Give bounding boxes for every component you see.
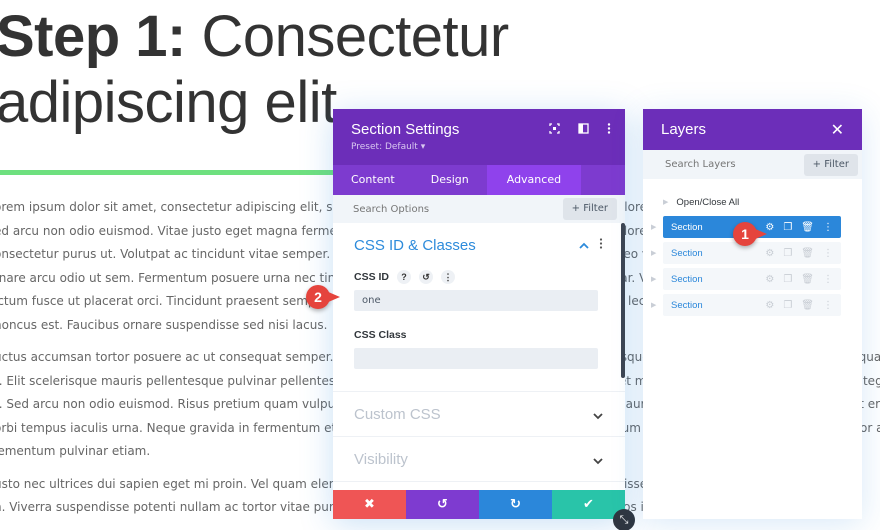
layer-item[interactable]: Section ⚙ ❐ 🗑 ⋮ xyxy=(663,294,841,316)
trash-icon[interactable]: 🗑 xyxy=(801,274,814,285)
css-id-classes-group: CSS ID & Classes CSS ID ? ↺ ⋮ one CSS Cl… xyxy=(333,223,625,392)
more-icon[interactable]: ⋮ xyxy=(441,270,456,284)
css-class-label: CSS Class xyxy=(354,329,407,341)
layers-list: ▶ Open/Close All ▶ Section ⚙ ❐ 🗑 ⋮ ▶ Sec… xyxy=(643,179,862,316)
css-id-field: CSS ID ? ↺ ⋮ xyxy=(333,267,625,311)
caret-right-icon[interactable]: ▶ xyxy=(651,223,663,231)
chevron-up-icon[interactable] xyxy=(579,238,589,252)
trash-icon[interactable]: 🗑 xyxy=(801,248,814,259)
layer-name: Section xyxy=(671,247,703,259)
callout-badge-2: 2 xyxy=(306,285,340,309)
discard-button[interactable]: ✖ xyxy=(333,490,406,519)
split-view-icon[interactable] xyxy=(578,123,589,137)
page: Step 1: Consectetur adipiscing elit orem… xyxy=(0,0,880,530)
layer-row: ▶ Section ⚙ ❐ 🗑 ⋮ xyxy=(651,294,862,316)
headline-rest: Consectetur xyxy=(201,4,510,69)
callout-badge-1: 1 xyxy=(733,222,767,246)
layer-name: Section xyxy=(671,299,703,311)
tab-advanced[interactable]: Advanced xyxy=(486,165,582,195)
modal-body: CSS ID & Classes CSS ID ? ↺ ⋮ one CSS Cl… xyxy=(333,223,625,489)
caret-right-icon[interactable]: ▶ xyxy=(651,249,663,257)
scrollbar[interactable] xyxy=(621,223,625,378)
duplicate-icon[interactable]: ❐ xyxy=(783,222,792,233)
more-icon[interactable]: ⋮ xyxy=(823,248,833,259)
duplicate-icon[interactable]: ❐ xyxy=(783,274,792,285)
layers-search-bar: + Filter xyxy=(643,150,862,179)
duplicate-icon[interactable]: ❐ xyxy=(783,248,792,259)
css-class-field: CSS Class xyxy=(333,325,625,369)
css-id-input[interactable] xyxy=(354,290,598,311)
layers-title: Layers xyxy=(661,121,707,138)
preset-dropdown[interactable]: Preset: Default ▾ xyxy=(351,142,607,152)
duplicate-icon[interactable]: ❐ xyxy=(783,300,792,311)
filter-button[interactable]: + Filter xyxy=(562,198,617,220)
fullscreen-icon[interactable] xyxy=(549,123,560,137)
trash-icon[interactable]: 🗑 xyxy=(801,222,814,233)
custom-css-group[interactable]: Custom CSS xyxy=(333,392,625,437)
layer-name: Section xyxy=(671,221,703,233)
modal-tabs: Content Design Advanced xyxy=(333,165,625,195)
gear-icon[interactable]: ⚙ xyxy=(765,248,774,259)
section-settings-modal: Section Settings Preset: Default ▾ Conte… xyxy=(333,109,625,519)
reset-icon[interactable]: ↺ xyxy=(419,270,434,284)
redo-button[interactable]: ↻ xyxy=(479,490,552,519)
css-class-input[interactable] xyxy=(354,348,598,369)
layers-panel: Layers ✕ + Filter ▶ Open/Close All ▶ Sec… xyxy=(643,109,862,519)
layer-item[interactable]: Section ⚙ ❐ 🗑 ⋮ xyxy=(663,242,841,264)
modal-header[interactable]: Section Settings Preset: Default ▾ xyxy=(333,109,625,165)
css-id-classes-toggle[interactable]: CSS ID & Classes xyxy=(333,223,625,267)
open-close-all-label: Open/Close All xyxy=(676,196,740,208)
layer-row: ▶ Section ⚙ ❐ 🗑 ⋮ xyxy=(651,268,862,290)
more-icon[interactable] xyxy=(607,123,611,137)
visibility-group[interactable]: Visibility xyxy=(333,437,625,482)
close-icon[interactable]: ✕ xyxy=(831,120,844,139)
group-title: Visibility xyxy=(354,450,408,468)
search-options-input[interactable] xyxy=(353,203,553,215)
tab-design[interactable]: Design xyxy=(413,165,487,195)
more-icon[interactable]: ⋮ xyxy=(823,274,833,285)
gear-icon[interactable]: ⚙ xyxy=(765,300,774,311)
more-icon[interactable]: ⋮ xyxy=(823,222,833,233)
help-icon[interactable]: ? xyxy=(397,270,412,284)
css-id-label: CSS ID xyxy=(354,271,390,283)
filter-button[interactable]: + Filter xyxy=(803,154,858,176)
layers-header[interactable]: Layers ✕ xyxy=(643,109,862,150)
group-title: Custom CSS xyxy=(354,405,441,423)
tab-content[interactable]: Content xyxy=(333,165,413,195)
open-close-all[interactable]: ▶ Open/Close All xyxy=(651,192,862,212)
caret-right-icon[interactable]: ▶ xyxy=(651,301,663,309)
modal-footer: ✖ ↺ ↻ ✔ xyxy=(333,490,625,519)
caret-right-icon[interactable]: ▶ xyxy=(651,275,663,283)
layer-name: Section xyxy=(671,273,703,285)
undo-button[interactable]: ↺ xyxy=(406,490,479,519)
headline-divider xyxy=(0,170,340,175)
trash-icon[interactable]: 🗑 xyxy=(801,300,814,311)
more-icon[interactable]: ⋮ xyxy=(823,300,833,311)
chevron-down-icon[interactable] xyxy=(593,405,603,424)
layer-item[interactable]: Section ⚙ ❐ 🗑 ⋮ xyxy=(663,268,841,290)
resize-handle-icon[interactable]: ⤡ xyxy=(613,509,635,530)
headline-bold: Step 1: xyxy=(0,4,186,69)
options-search-bar: + Filter xyxy=(333,195,625,223)
chevron-down-icon[interactable] xyxy=(593,450,603,469)
group-title: CSS ID & Classes xyxy=(354,236,476,254)
search-layers-input[interactable] xyxy=(665,159,795,170)
caret-right-icon: ▶ xyxy=(663,199,669,206)
more-icon[interactable] xyxy=(599,238,603,252)
layer-row: ▶ Section ⚙ ❐ 🗑 ⋮ xyxy=(651,242,862,264)
gear-icon[interactable]: ⚙ xyxy=(765,274,774,285)
